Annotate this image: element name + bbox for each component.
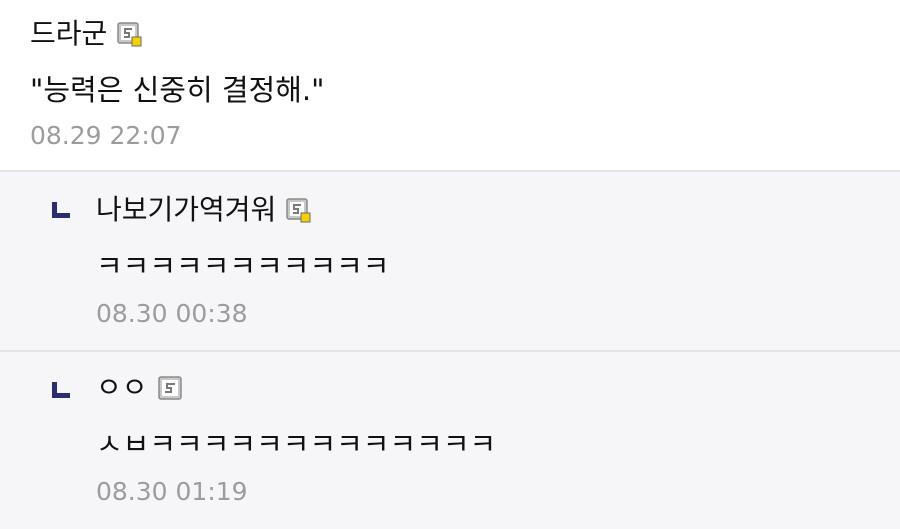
reply-timestamp: 08.30 01:19 (96, 477, 248, 506)
reply-timestamp: 08.30 00:38 (96, 299, 248, 328)
guest-icon (157, 375, 183, 401)
comment-author[interactable]: 드라군 (30, 14, 107, 54)
comment-thread: 드라군 "능력은 신중히 결정해." 08.29 22:07 나보기가역겨워 ㅋ… (0, 0, 900, 529)
comment-author-row: 드라군 (30, 14, 142, 54)
reply-item: 나보기가역겨워 ㅋㅋㅋㅋㅋㅋㅋㅋㅋㅋㅋ 08.30 00:38 (0, 172, 900, 352)
reply-author[interactable]: 나보기가역겨워 (96, 190, 276, 230)
reply-author-row: ㅇㅇ (96, 368, 183, 408)
comment-timestamp: 08.29 22:07 (30, 121, 182, 150)
reply-item: ㅇㅇ ㅅㅂㅋㅋㅋㅋㅋㅋㅋㅋㅋㅋㅋㅋㅋ 08.30 01:19 (0, 352, 900, 529)
reply-author[interactable]: ㅇㅇ (96, 368, 148, 408)
reply-author-row: 나보기가역겨워 (96, 190, 311, 230)
reply-arrow-icon (52, 202, 70, 218)
fixed-member-icon (286, 197, 311, 223)
comment-text: "능력은 신중히 결정해." (30, 73, 325, 107)
fixed-member-icon (117, 21, 142, 47)
comment-item: 드라군 "능력은 신중히 결정해." 08.29 22:07 (0, 0, 900, 172)
reply-text: ㅋㅋㅋㅋㅋㅋㅋㅋㅋㅋㅋ (96, 249, 390, 283)
reply-text: ㅅㅂㅋㅋㅋㅋㅋㅋㅋㅋㅋㅋㅋㅋㅋ (96, 427, 497, 461)
reply-arrow-icon (52, 382, 70, 398)
